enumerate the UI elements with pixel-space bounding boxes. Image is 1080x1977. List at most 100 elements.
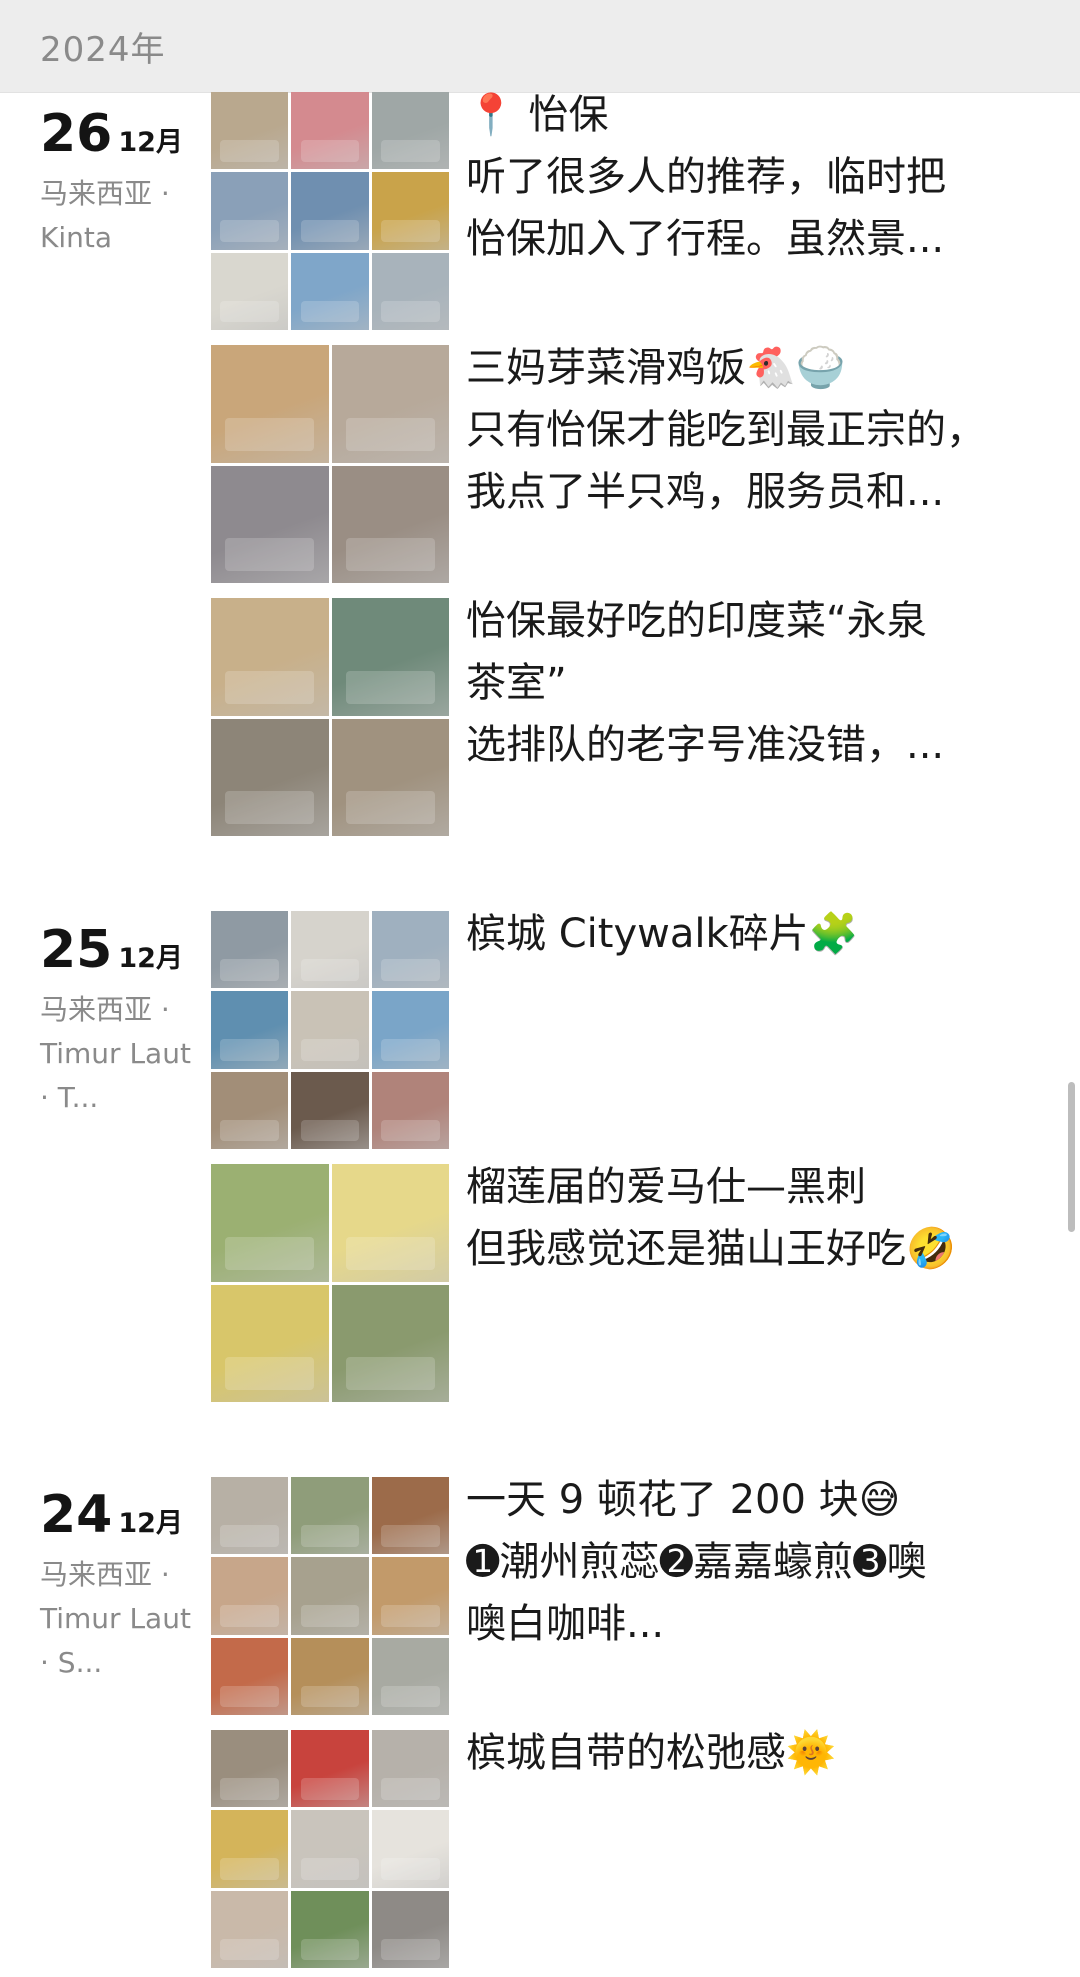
photo-thumbnail[interactable] bbox=[331, 1164, 449, 1282]
photo-thumbnail[interactable] bbox=[211, 598, 329, 716]
moment-post[interactable]: 📍 怡保 听了很多人的推荐，临时把 怡保加入了行程。虽然景... bbox=[211, 92, 1051, 330]
photo-thumbnail[interactable] bbox=[211, 1637, 289, 1715]
day-number: 26 bbox=[40, 104, 113, 164]
post-text[interactable]: 槟城 Citywalk碎片🧩 bbox=[466, 903, 1036, 965]
location-label: 马来西亚 · Kinta bbox=[40, 177, 170, 254]
photo-thumbnail[interactable] bbox=[211, 1557, 289, 1635]
photo-grid[interactable] bbox=[211, 1164, 449, 1402]
photo-thumbnail[interactable] bbox=[211, 252, 289, 330]
post-text-line: 槟城 Citywalk碎片🧩 bbox=[466, 911, 859, 957]
photo-thumbnail[interactable] bbox=[291, 991, 369, 1069]
photo-grid[interactable] bbox=[211, 911, 449, 1149]
month-label: 12月 bbox=[118, 1508, 183, 1539]
photo-thumbnail[interactable] bbox=[331, 598, 449, 716]
post-text-line: 一天 9 顿花了 200 块😅 bbox=[466, 1477, 901, 1523]
photo-thumbnail[interactable] bbox=[291, 911, 369, 989]
photo-thumbnail[interactable] bbox=[371, 991, 449, 1069]
photo-thumbnail[interactable] bbox=[331, 465, 449, 583]
day-number: 24 bbox=[40, 1485, 113, 1545]
photo-thumbnail[interactable] bbox=[371, 1071, 449, 1149]
photo-thumbnail[interactable] bbox=[211, 1810, 289, 1888]
photo-thumbnail[interactable] bbox=[291, 252, 369, 330]
post-text-line: 槟城自带的松弛感🌞 bbox=[466, 1730, 836, 1776]
photo-thumbnail[interactable] bbox=[291, 1477, 369, 1555]
photo-thumbnail[interactable] bbox=[211, 1890, 289, 1968]
post-text[interactable]: 槟城自带的松弛感🌞 bbox=[466, 1722, 1036, 1784]
photo-thumbnail[interactable] bbox=[291, 1637, 369, 1715]
moment-post[interactable]: 三妈芽菜滑鸡饭🐔🍚 只有怡保才能吃到最正宗的， 我点了半只鸡，服务员和... bbox=[211, 345, 1051, 583]
post-text-line: 只有怡保才能吃到最正宗的， bbox=[466, 407, 986, 453]
post-text-line: 📍 怡保 bbox=[466, 92, 609, 138]
photo-grid[interactable] bbox=[211, 92, 449, 330]
post-text-line: 但我感觉还是猫山王好吃🤣 bbox=[466, 1226, 956, 1272]
photo-thumbnail[interactable] bbox=[211, 1284, 329, 1402]
photo-grid[interactable] bbox=[211, 345, 449, 583]
post-text-line: 怡保最好吃的印度菜“永泉 bbox=[466, 598, 927, 644]
year-header: 2024年 bbox=[0, 0, 1080, 93]
photo-thumbnail[interactable] bbox=[291, 1557, 369, 1635]
photo-thumbnail[interactable] bbox=[291, 1810, 369, 1888]
moment-post[interactable]: 榴莲届的爱马仕—黑刺 但我感觉还是猫山王好吃🤣 bbox=[211, 1164, 1051, 1402]
moment-post[interactable]: 怡保最好吃的印度菜“永泉 茶室” 选排队的老字号准没错，... bbox=[211, 598, 1051, 836]
photo-grid[interactable] bbox=[211, 598, 449, 836]
post-text-line: 听了很多人的推荐，临时把 bbox=[466, 154, 946, 200]
photo-thumbnail[interactable] bbox=[291, 172, 369, 250]
post-text-line: ➊潮州煎蕊➋嘉嘉蠔煎➌噢 bbox=[466, 1539, 927, 1585]
photo-thumbnail[interactable] bbox=[211, 1477, 289, 1555]
post-text-line: 茶室” bbox=[466, 660, 567, 706]
photo-thumbnail[interactable] bbox=[371, 1637, 449, 1715]
photo-thumbnail[interactable] bbox=[211, 1730, 289, 1808]
photo-thumbnail[interactable] bbox=[371, 1557, 449, 1635]
photo-thumbnail[interactable] bbox=[211, 172, 289, 250]
post-text[interactable]: 一天 9 顿花了 200 块😅 ➊潮州煎蕊➋嘉嘉蠔煎➌噢 噢白咖啡... bbox=[466, 1469, 1036, 1655]
date-group-26: 26 12月 马来西亚 · Kinta bbox=[40, 104, 195, 260]
year-label: 2024年 bbox=[40, 30, 166, 70]
day-number: 25 bbox=[40, 920, 113, 980]
post-text[interactable]: 三妈芽菜滑鸡饭🐔🍚 只有怡保才能吃到最正宗的， 我点了半只鸡，服务员和... bbox=[466, 337, 1036, 523]
post-text-line: 选排队的老字号准没错，... bbox=[466, 722, 945, 768]
post-text[interactable]: 怡保最好吃的印度菜“永泉 茶室” 选排队的老字号准没错，... bbox=[466, 590, 1036, 776]
moment-post[interactable]: 槟城 Citywalk碎片🧩 bbox=[211, 911, 1051, 1149]
date-group-24: 24 12月 马来西亚 · Timur Laut · S... bbox=[40, 1485, 195, 1685]
photo-thumbnail[interactable] bbox=[291, 1071, 369, 1149]
photo-thumbnail[interactable] bbox=[371, 92, 449, 170]
photo-grid[interactable] bbox=[211, 1730, 449, 1968]
photo-thumbnail[interactable] bbox=[211, 1071, 289, 1149]
photo-thumbnail[interactable] bbox=[211, 991, 289, 1069]
photo-thumbnail[interactable] bbox=[211, 1164, 329, 1282]
photo-thumbnail[interactable] bbox=[371, 1730, 449, 1808]
photo-thumbnail[interactable] bbox=[291, 1730, 369, 1808]
moment-post[interactable]: 一天 9 顿花了 200 块😅 ➊潮州煎蕊➋嘉嘉蠔煎➌噢 噢白咖啡... bbox=[211, 1477, 1051, 1715]
post-text-line: 怡保加入了行程。虽然景... bbox=[466, 216, 945, 262]
photo-thumbnail[interactable] bbox=[331, 345, 449, 463]
photo-thumbnail[interactable] bbox=[211, 911, 289, 989]
photo-thumbnail[interactable] bbox=[211, 465, 329, 583]
post-text-line: 榴莲届的爱马仕—黑刺 bbox=[466, 1164, 866, 1210]
photo-thumbnail[interactable] bbox=[291, 92, 369, 170]
photo-thumbnail[interactable] bbox=[371, 911, 449, 989]
photo-thumbnail[interactable] bbox=[371, 172, 449, 250]
post-text-line: 噢白咖啡... bbox=[466, 1601, 665, 1647]
photo-thumbnail[interactable] bbox=[211, 345, 329, 463]
month-label: 12月 bbox=[118, 127, 183, 158]
photo-thumbnail[interactable] bbox=[211, 92, 289, 170]
date-group-25: 25 12月 马来西亚 · Timur Laut · T... bbox=[40, 920, 195, 1120]
photo-thumbnail[interactable] bbox=[371, 1477, 449, 1555]
photo-thumbnail[interactable] bbox=[371, 1810, 449, 1888]
post-text[interactable]: 📍 怡保 听了很多人的推荐，临时把 怡保加入了行程。虽然景... bbox=[466, 84, 1036, 270]
photo-thumbnail[interactable] bbox=[371, 252, 449, 330]
post-text[interactable]: 榴莲届的爱马仕—黑刺 但我感觉还是猫山王好吃🤣 bbox=[466, 1156, 1036, 1280]
photo-thumbnail[interactable] bbox=[331, 1284, 449, 1402]
month-label: 12月 bbox=[118, 943, 183, 974]
photo-thumbnail[interactable] bbox=[371, 1890, 449, 1968]
post-text-line: 三妈芽菜滑鸡饭🐔🍚 bbox=[466, 345, 846, 391]
location-label: 马来西亚 · Timur Laut · S... bbox=[40, 1558, 191, 1679]
photo-grid[interactable] bbox=[211, 1477, 449, 1715]
photo-thumbnail[interactable] bbox=[211, 718, 329, 836]
photo-thumbnail[interactable] bbox=[331, 718, 449, 836]
location-label: 马来西亚 · Timur Laut · T... bbox=[40, 993, 191, 1114]
photo-thumbnail[interactable] bbox=[291, 1890, 369, 1968]
scrollbar[interactable] bbox=[1068, 1082, 1075, 1232]
post-text-line: 我点了半只鸡，服务员和... bbox=[466, 469, 945, 515]
moment-post[interactable]: 槟城自带的松弛感🌞 bbox=[211, 1730, 1051, 1968]
